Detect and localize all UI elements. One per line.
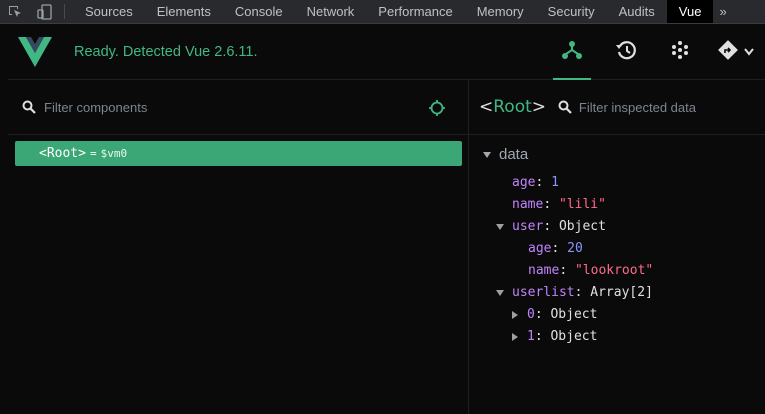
history-icon: [615, 39, 637, 66]
caret-down-icon: [483, 151, 491, 158]
data-row-age[interactable]: age: 1: [512, 175, 559, 190]
tab-console[interactable]: Console: [223, 0, 295, 23]
search-icon: [558, 99, 573, 115]
data-row-userlist-1[interactable]: 1: Object: [512, 329, 597, 344]
data-row-user-name[interactable]: name: "lookroot": [528, 263, 653, 278]
vuex-tab-button[interactable]: [653, 24, 707, 80]
router-tab-button[interactable]: [707, 24, 765, 80]
collapse-caret-icon: [512, 332, 518, 341]
dots-grid-icon: [670, 40, 690, 65]
data-row-name[interactable]: name: "lili": [512, 197, 606, 212]
components-tab-button[interactable]: [545, 24, 599, 80]
components-tree-icon: [561, 39, 583, 66]
chevron-down-icon: [744, 43, 754, 61]
data-row-user-age[interactable]: age: 20: [528, 241, 583, 256]
more-tabs-button[interactable]: »: [713, 0, 732, 23]
collapse-caret-icon: [512, 310, 518, 319]
data-row-user[interactable]: user: Object: [496, 219, 606, 234]
search-icon: [22, 99, 38, 115]
directions-icon: [718, 39, 738, 65]
toolbar-divider: [64, 4, 65, 19]
components-search-row: [8, 80, 468, 135]
timeline-tab-button[interactable]: [599, 24, 653, 80]
filter-inspected-data-input[interactable]: [578, 99, 765, 115]
vue-status-text: Ready. Detected Vue 2.6.11.: [74, 43, 258, 60]
data-row-userlist[interactable]: userlist: Array[2]: [496, 285, 653, 300]
inspector-header: <Root>: [469, 80, 765, 135]
expand-caret-icon: [496, 289, 504, 296]
devtools-tab-bar: Sources Elements Console Network Perform…: [0, 0, 765, 24]
root-vm-ref: $vm0: [100, 147, 128, 160]
select-component-target-icon[interactable]: [428, 99, 446, 117]
tab-memory[interactable]: Memory: [465, 0, 536, 23]
data-row-userlist-0[interactable]: 0: Object: [512, 307, 597, 322]
device-toolbar-icon[interactable]: [30, 0, 60, 23]
root-component-tag: <Root>: [39, 146, 86, 161]
tab-audits[interactable]: Audits: [607, 0, 667, 23]
vue-logo-icon: [18, 36, 52, 67]
filter-components-input[interactable]: [44, 99, 404, 115]
tab-vue[interactable]: Vue: [666, 0, 714, 23]
data-section-label: data: [499, 146, 529, 163]
inspect-element-icon[interactable]: [0, 0, 30, 23]
expand-caret-icon: [496, 223, 504, 230]
root-equals: =: [89, 147, 97, 160]
tab-security[interactable]: Security: [536, 0, 607, 23]
vue-toolbar: Ready. Detected Vue 2.6.11.: [8, 24, 765, 80]
tab-sources[interactable]: Sources: [73, 0, 145, 23]
components-pane: <Root> = $vm0: [8, 80, 469, 414]
tab-performance[interactable]: Performance: [366, 0, 464, 23]
tool-group: [545, 24, 765, 80]
inspector-pane: <Root> data age: 1 name: "lili" user: Ob…: [469, 80, 765, 414]
tab-elements[interactable]: Elements: [145, 0, 223, 23]
inspected-component-title: <Root>: [479, 97, 547, 117]
tab-network[interactable]: Network: [295, 0, 367, 23]
data-section-toggle[interactable]: data: [483, 146, 528, 163]
root-component-item[interactable]: <Root> = $vm0: [15, 141, 462, 166]
